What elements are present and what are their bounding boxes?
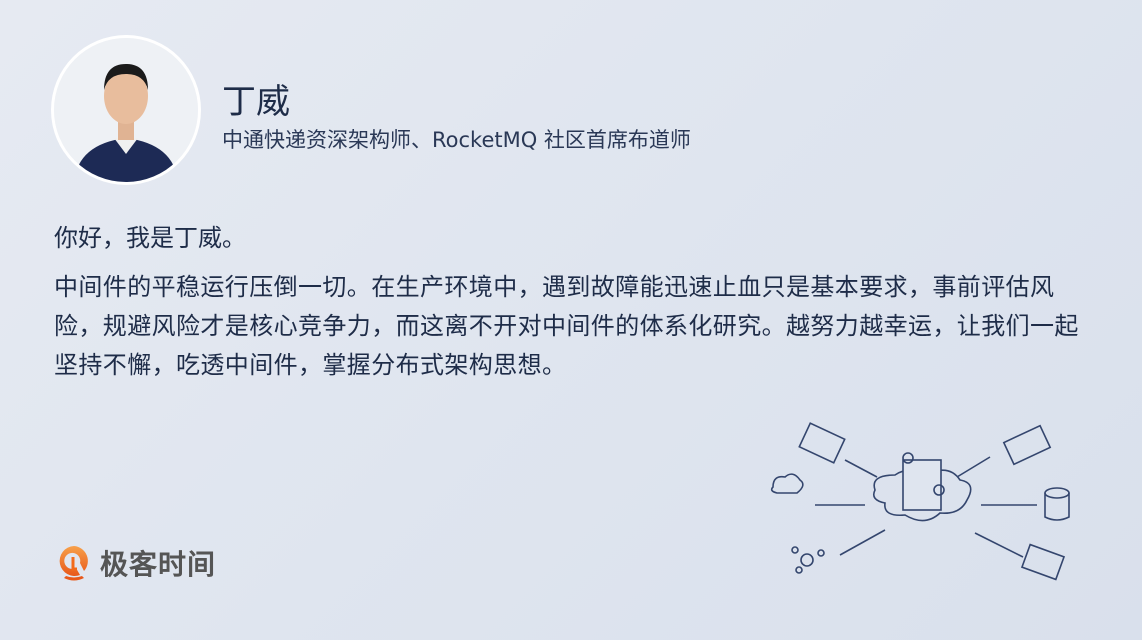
tablet-icon <box>798 422 846 464</box>
author-name: 丁威 <box>222 82 290 122</box>
person-photo-icon <box>54 38 198 182</box>
cloud-network-icon <box>770 473 804 494</box>
author-avatar <box>54 38 198 182</box>
network-nodes-icon <box>791 546 825 574</box>
server-rack-icon <box>1002 424 1052 466</box>
distributed-architecture-illustration <box>770 422 1070 581</box>
api-document-icon <box>1020 543 1066 581</box>
greeting-text: 你好，我是丁威。 <box>54 224 246 252</box>
brand-name: 极客时间 <box>100 548 217 581</box>
intro-paragraph: 中间件的平稳运行压倒一切。在生产环境中，遇到故障能迅速止血只是基本要求，事前评估… <box>54 273 1079 379</box>
brand-logo: 极客时间 <box>54 543 216 583</box>
geektime-logo-icon <box>59 546 88 581</box>
database-icon <box>1044 487 1070 521</box>
author-title: 中通快递资深架构师、RocketMQ 社区首席布道师 <box>222 128 691 152</box>
cloud-server-icon <box>872 452 972 522</box>
